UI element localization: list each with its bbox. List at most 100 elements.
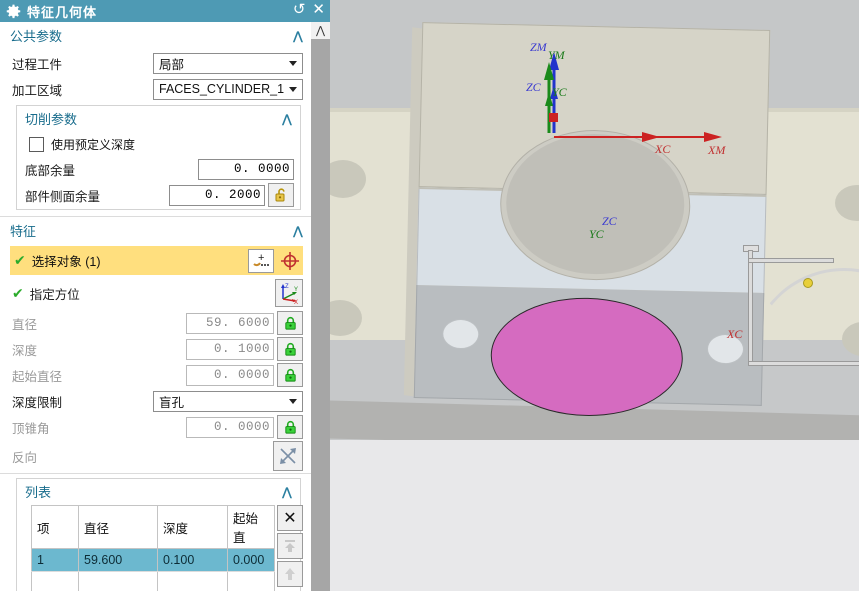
label-depth-limit: 深度限制 (12, 395, 63, 410)
diameter-input[interactable] (186, 312, 274, 334)
close-x-icon: ✕ (283, 510, 297, 527)
scroll-up-button[interactable]: ⋀ (311, 22, 330, 39)
axis-label-xc-right: XC (727, 327, 743, 341)
row-use-predefined-depth[interactable]: 使用预定义深度 (29, 133, 300, 155)
label-start-diameter: 起始直径 (12, 369, 63, 384)
label-bottom-stock: 底部余量 (25, 163, 76, 178)
arrow-up-bar-icon (285, 540, 295, 552)
padlock-closed-icon (284, 368, 296, 382)
axis-label-xc: XC (655, 142, 671, 156)
axis-label-zc-lower: ZC (602, 214, 617, 228)
top-cone-angle-input[interactable] (186, 416, 274, 438)
group-cutting-title: 切削参数 (25, 112, 78, 127)
padlock-closed-icon (284, 316, 296, 330)
row-part-side-stock: 部件侧面余量 (25, 183, 294, 207)
start-diameter-input[interactable] (186, 364, 274, 386)
reverse-direction-icon (280, 448, 296, 464)
label-top-cone-angle: 顶锥角 (12, 421, 50, 436)
select-object-row[interactable]: ✔ 选择对象 (1) + (10, 246, 303, 275)
dialog-titlebar[interactable]: 特征几何体 ↺ ✕ (0, 0, 330, 22)
col-depth[interactable]: 深度 (157, 505, 228, 549)
axis-label-yc-lower: YC (589, 227, 604, 241)
diameter-lock-button[interactable] (277, 311, 303, 335)
gear-icon (6, 4, 21, 18)
axis-label-zm: ZM (530, 40, 547, 54)
group-common-title: 公共参数 (10, 29, 63, 44)
feature-list-table[interactable]: 项 直径 深度 起始直 1 59.600 0.100 0.000 (31, 505, 275, 591)
label-part-side-stock: 部件侧面余量 (25, 189, 101, 204)
col-diameter[interactable]: 直径 (78, 505, 158, 549)
radius-annotation (740, 250, 859, 390)
bottom-stock-input[interactable] (198, 158, 294, 180)
chevron-up-icon[interactable]: ⋀ (282, 112, 292, 126)
reset-icon[interactable]: ↺ (293, 1, 306, 19)
start-diameter-lock-button[interactable] (277, 363, 303, 387)
label-diameter: 直径 (12, 317, 38, 332)
group-feature-header[interactable]: 特征 ⋀ (0, 217, 311, 244)
feature-geometry-dialog: 特征几何体 ↺ ✕ 公共参数 ⋀ 过程工件 局部 加工区域 FACES_CYLI… (0, 0, 330, 591)
process-workpiece-combo[interactable]: 局部 (153, 52, 303, 74)
scrollbar-thumb[interactable] (311, 39, 330, 591)
part-side-stock-input[interactable] (169, 184, 265, 206)
col-start-diameter[interactable]: 起始直 (227, 505, 275, 549)
label-process-workpiece: 过程工件 (12, 57, 63, 72)
dialog-title: 特征几何体 (27, 4, 98, 20)
group-feature-title: 特征 (10, 224, 37, 239)
cell-item: 1 (31, 548, 79, 572)
cell-item (31, 571, 79, 591)
cell-diameter: 59.600 (78, 548, 158, 572)
delete-button[interactable]: ✕ (277, 505, 303, 531)
row-top-cone-angle: 顶锥角 (12, 415, 303, 439)
move-to-top-button[interactable] (277, 533, 303, 559)
use-predefined-depth-checkbox[interactable] (29, 136, 44, 152)
reverse-direction-button[interactable] (273, 441, 303, 471)
label-use-predefined-depth: 使用预定义深度 (51, 137, 136, 152)
check-icon: ✔ (14, 252, 26, 268)
add-selection-button[interactable]: + (248, 248, 274, 273)
check-icon: ✔ (12, 284, 24, 301)
row-machining-area: 加工区域 FACES_CYLINDER_1 (12, 77, 303, 101)
col-item[interactable]: 项 (31, 505, 79, 549)
group-list-title: 列表 (25, 485, 52, 500)
group-list-header[interactable]: 列表 ⋀ (17, 479, 300, 503)
depth-input[interactable] (186, 338, 274, 360)
axis-label-xm: XM (708, 143, 726, 157)
feature-list[interactable]: 项 直径 深度 起始直 1 59.600 0.100 0.000 ✕ (31, 505, 303, 591)
axis-label-yc: YC (552, 85, 567, 99)
annotation-upper-leader (748, 258, 834, 263)
chevron-up-icon[interactable]: ⋀ (293, 29, 303, 43)
row-depth-limit: 深度限制 盲孔 (12, 389, 303, 413)
table-row[interactable]: 1 59.600 0.100 0.000 (31, 548, 275, 572)
cell-diameter (78, 571, 158, 591)
chevron-down-icon (289, 399, 297, 404)
table-row[interactable] (31, 571, 275, 591)
panel-scrollbar[interactable]: ⋀ (311, 22, 330, 591)
padlock-closed-icon (284, 420, 296, 434)
select-point-button[interactable] (277, 249, 303, 273)
unlock-toggle-button[interactable] (268, 183, 294, 207)
close-icon[interactable]: ✕ (312, 1, 325, 19)
depth-lock-button[interactable] (277, 337, 303, 361)
move-up-button[interactable] (277, 561, 303, 587)
row-bottom-stock: 底部余量 (25, 157, 294, 181)
svg-text:+: + (258, 252, 264, 264)
3d-viewport[interactable]: ZM YM ZC YC XC XM ZC YC XC (330, 0, 859, 591)
depth-limit-combo[interactable]: 盲孔 (153, 390, 303, 412)
row-depth: 深度 (12, 337, 303, 361)
workpiece-block[interactable] (403, 22, 771, 419)
chevron-up-icon[interactable]: ⋀ (282, 485, 292, 499)
chevron-up-icon[interactable]: ⋀ (293, 224, 303, 238)
process-workpiece-value: 局部 (159, 57, 185, 72)
annotation-handle-dot[interactable] (803, 278, 813, 288)
machining-area-combo[interactable]: FACES_CYLINDER_1 (153, 78, 303, 100)
group-cutting-header[interactable]: 切削参数 ⋀ (17, 106, 300, 130)
cell-depth (157, 571, 228, 591)
cell-start-diameter: 0.000 (227, 548, 275, 572)
row-diameter: 直径 (12, 311, 303, 335)
specify-orientation-button[interactable]: Z Y X (275, 279, 303, 307)
group-common-header[interactable]: 公共参数 ⋀ (0, 22, 311, 49)
annotation-vertical-leader (748, 250, 753, 366)
top-cone-angle-lock-button[interactable] (277, 415, 303, 439)
axis-label-ym: YM (548, 48, 565, 62)
floor-surface (330, 440, 859, 591)
